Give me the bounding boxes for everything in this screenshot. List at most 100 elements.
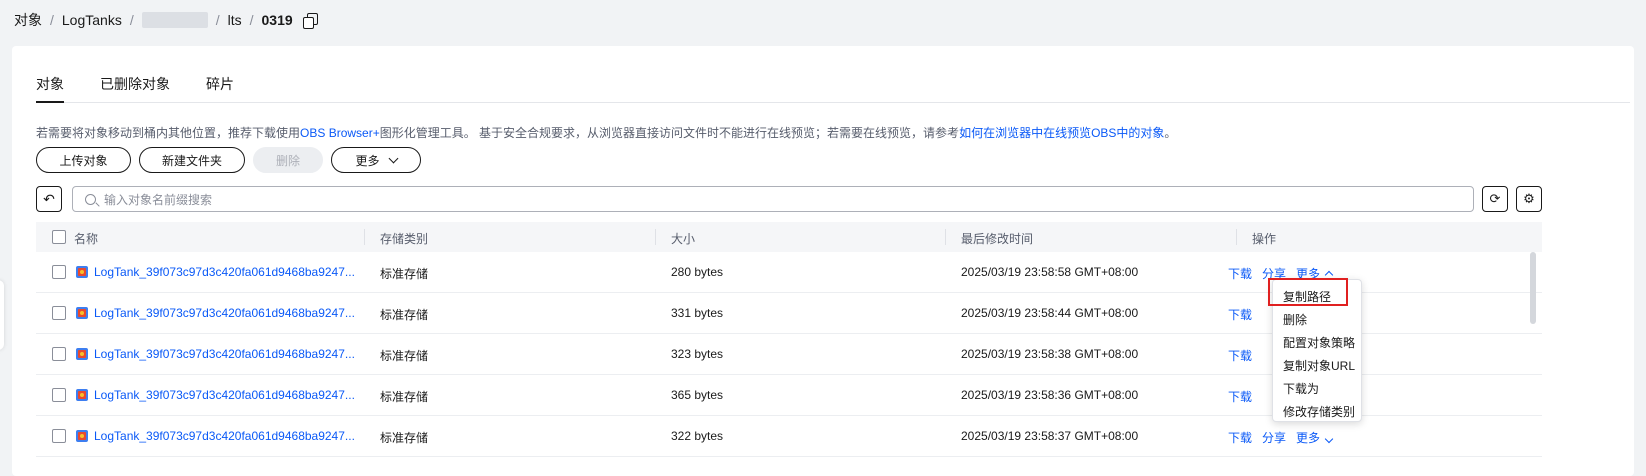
header-size[interactable]: 大小 <box>671 230 695 247</box>
column-divider[interactable] <box>364 229 365 245</box>
object-size: 280 bytes <box>671 265 724 279</box>
last-modified: 2025/03/19 23:58:58 GMT+08:00 <box>961 265 1139 279</box>
breadcrumb-separator: / <box>215 12 220 28</box>
object-size: 365 bytes <box>671 388 724 402</box>
row-checkbox[interactable] <box>52 429 66 443</box>
storage-class: 标准存储 <box>380 267 429 281</box>
header-last-modified[interactable]: 最后修改时间 <box>961 230 1033 247</box>
row-actions: 下载 <box>1228 306 1252 323</box>
tab-deleted-objects[interactable]: 已删除对象 <box>100 74 170 102</box>
object-size: 323 bytes <box>671 347 724 361</box>
download-link[interactable]: 下载 <box>1228 306 1252 323</box>
breadcrumb-separator: / <box>249 12 254 28</box>
download-link[interactable]: 下载 <box>1228 429 1252 446</box>
row-actions: 下载 <box>1228 388 1252 405</box>
menu-item-change-storage-class[interactable]: 修改存储类别 <box>1283 403 1355 420</box>
new-folder-button[interactable]: 新建文件夹 <box>139 147 245 173</box>
search-icon <box>85 193 96 205</box>
tab-fragments[interactable]: 碎片 <box>206 74 234 102</box>
row-checkbox[interactable] <box>52 347 66 361</box>
object-name-link[interactable]: LogTank_39f073c97d3c420fa061d9468ba9247.… <box>94 388 355 402</box>
storage-class: 标准存储 <box>380 390 429 404</box>
table-header: 名称 存储类别 大小 最后修改时间 操作 <box>36 222 1542 252</box>
download-link[interactable]: 下载 <box>1228 347 1252 364</box>
side-collapse-handle[interactable]: ‹ <box>0 280 4 350</box>
row-checkbox[interactable] <box>52 388 66 402</box>
breadcrumb: 对象 / LogTanks / / lts / 0319 <box>14 10 319 30</box>
menu-item-configure-policy[interactable]: 配置对象策略 <box>1283 334 1355 351</box>
back-button[interactable]: ↶ <box>36 186 62 212</box>
main-card: 对象 已删除对象 碎片 若需要将对象移动到桶内其他位置，推荐下载使用OBS Br… <box>12 46 1634 476</box>
column-divider[interactable] <box>655 229 656 245</box>
breadcrumb-objects[interactable]: 对象 <box>14 10 42 30</box>
breadcrumb-redacted[interactable] <box>141 12 208 28</box>
header-actions: 操作 <box>1252 232 1277 246</box>
file-icon <box>76 266 88 278</box>
settings-button[interactable]: ⚙ <box>1516 186 1542 212</box>
copy-icon[interactable] <box>302 12 319 29</box>
breadcrumb-lts[interactable]: lts <box>228 12 242 28</box>
row-actions: 下载 分享 更多 <box>1228 429 1334 446</box>
last-modified: 2025/03/19 23:58:44 GMT+08:00 <box>961 306 1139 320</box>
object-name-link[interactable]: LogTank_39f073c97d3c420fa061d9468ba9247.… <box>94 306 355 320</box>
refresh-button[interactable]: ⟳ <box>1482 186 1508 212</box>
refresh-icon: ⟳ <box>1489 191 1501 206</box>
info-prefix: 若需要将对象移动到桶内其他位置，推荐下载使用 <box>36 126 301 140</box>
object-name-link[interactable]: LogTank_39f073c97d3c420fa061d9468ba9247.… <box>94 265 355 279</box>
table-scrollbar[interactable] <box>1530 252 1536 324</box>
gear-icon: ⚙ <box>1523 191 1535 206</box>
delete-button[interactable]: 删除 <box>253 147 323 173</box>
menu-item-copy-url[interactable]: 复制对象URL <box>1283 357 1355 374</box>
breadcrumb-separator: / <box>129 12 134 28</box>
highlight-annotation <box>1268 278 1348 306</box>
download-link[interactable]: 下载 <box>1228 388 1252 405</box>
info-suffix: 。 <box>1164 126 1177 140</box>
preview-help-link[interactable]: 如何在浏览器中在线预览OBS中的对象 <box>959 126 1164 140</box>
file-icon <box>76 348 88 360</box>
last-modified: 2025/03/19 23:58:38 GMT+08:00 <box>961 347 1139 361</box>
object-name-link[interactable]: LogTank_39f073c97d3c420fa061d9468ba9247.… <box>94 347 355 361</box>
more-actions-label: 更多 <box>1296 431 1321 445</box>
row-actions: 下载 <box>1228 347 1252 364</box>
search-input[interactable]: 输入对象名前缀搜索 <box>72 186 1474 212</box>
table-row[interactable]: LogTank_39f073c97d3c420fa061d9468ba9247.… <box>36 416 1542 457</box>
file-icon <box>76 307 88 319</box>
column-divider[interactable] <box>1236 229 1237 245</box>
tab-objects[interactable]: 对象 <box>36 74 64 103</box>
obs-browser-link[interactable]: OBS Browser+ <box>300 126 380 140</box>
chevron-down-icon <box>1324 434 1334 444</box>
more-actions-link[interactable]: 更多 <box>1296 429 1334 446</box>
menu-item-delete[interactable]: 删除 <box>1283 311 1307 328</box>
column-divider[interactable] <box>945 229 946 245</box>
chevron-down-icon <box>388 153 398 163</box>
last-modified: 2025/03/19 23:58:37 GMT+08:00 <box>961 429 1139 443</box>
header-name[interactable]: 名称 <box>74 230 98 247</box>
select-all-checkbox[interactable] <box>52 230 66 244</box>
download-link[interactable]: 下载 <box>1228 265 1252 282</box>
object-name-link[interactable]: LogTank_39f073c97d3c420fa061d9468ba9247.… <box>94 429 355 443</box>
last-modified: 2025/03/19 23:58:36 GMT+08:00 <box>961 388 1139 402</box>
menu-item-download-as[interactable]: 下载为 <box>1283 380 1319 397</box>
share-link[interactable]: 分享 <box>1262 429 1286 446</box>
row-checkbox[interactable] <box>52 306 66 320</box>
header-storage-class[interactable]: 存储类别 <box>380 230 428 247</box>
breadcrumb-separator: / <box>50 12 54 28</box>
more-button-label: 更多 <box>355 153 380 168</box>
storage-class: 标准存储 <box>380 308 429 322</box>
storage-class: 标准存储 <box>380 349 429 363</box>
breadcrumb-logtanks[interactable]: LogTanks <box>62 12 122 28</box>
info-middle: 图形化管理工具。 基于安全合规要求，从浏览器直接访问文件时不能进行在线预览；若需… <box>379 126 960 140</box>
object-size: 322 bytes <box>671 429 724 443</box>
more-button[interactable]: 更多 <box>331 147 421 173</box>
storage-class: 标准存储 <box>380 431 429 445</box>
tab-bar: 对象 已删除对象 碎片 <box>36 72 1630 103</box>
row-checkbox[interactable] <box>52 265 66 279</box>
object-size: 331 bytes <box>671 306 724 320</box>
info-text: 若需要将对象移动到桶内其他位置，推荐下载使用OBS Browser+图形化管理工… <box>36 124 1176 141</box>
toolbar: 上传对象 新建文件夹 删除 更多 <box>36 147 421 173</box>
upload-object-button[interactable]: 上传对象 <box>36 147 131 173</box>
back-arrow-icon: ↶ <box>43 190 55 207</box>
file-icon <box>76 430 88 442</box>
search-placeholder: 输入对象名前缀搜索 <box>104 192 213 207</box>
file-icon <box>76 389 88 401</box>
